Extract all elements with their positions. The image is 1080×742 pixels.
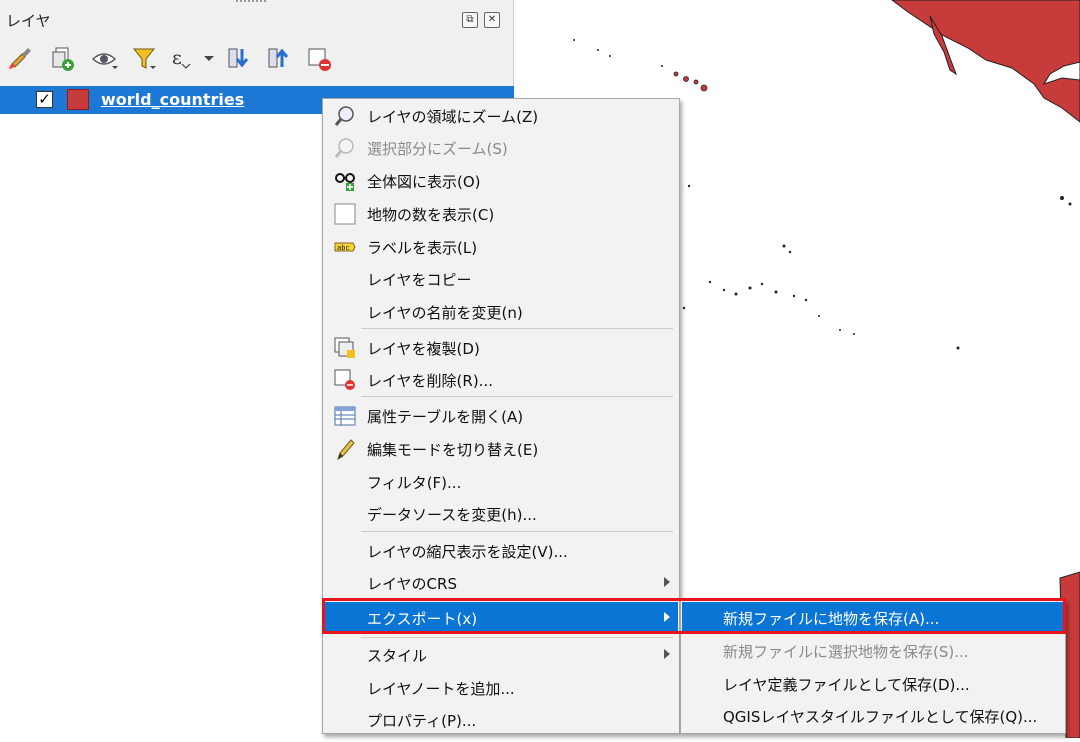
- menu-item-label: レイヤをコピー: [367, 271, 472, 289]
- collapse-all-icon[interactable]: [264, 44, 294, 74]
- submenu-save-as-qgis-style[interactable]: QGISレイヤスタイルファイルとして保存(Q)...: [682, 700, 1064, 732]
- overview-glasses-icon: [334, 170, 356, 192]
- layer-name[interactable]: world_countries: [101, 90, 244, 109]
- menu-copy-layer[interactable]: レイヤをコピー: [324, 263, 678, 295]
- menu-show-labels[interactable]: abc ラベルを表示(L): [324, 231, 678, 263]
- submenu-arrow-icon: [664, 612, 670, 622]
- menu-duplicate-layer[interactable]: レイヤを複製(D): [324, 332, 678, 364]
- panel-drag-handle[interactable]: [236, 0, 266, 5]
- layer-visibility-checkbox[interactable]: ✓: [36, 91, 53, 108]
- submenu-save-as-layer-definition[interactable]: レイヤ定義ファイルとして保存(D)...: [682, 668, 1064, 700]
- submenu-item-label: 新規ファイルに選択地物を保存(S)...: [723, 643, 969, 661]
- zoom-to-selection-icon: [334, 137, 356, 159]
- menu-toggle-editing[interactable]: 編集モードを切り替え(E): [324, 433, 678, 465]
- menu-rename-layer[interactable]: レイヤの名前を変更(n): [324, 296, 678, 328]
- menu-open-attribute-table[interactable]: 属性テーブルを開く(A): [324, 400, 678, 432]
- float-panel-button[interactable]: ⧉: [462, 12, 478, 28]
- submenu-arrow-icon: [664, 577, 670, 587]
- layer-context-menu: レイヤの領域にズーム(Z) 選択部分にズーム(S) 全体図に表示(O) 地物の数…: [322, 98, 680, 734]
- style-manager-icon[interactable]: [6, 44, 36, 74]
- menu-item-label: レイヤのCRS: [367, 575, 457, 593]
- label-abc-icon: abc: [334, 236, 356, 258]
- remove-layer-icon: [334, 369, 356, 391]
- panel-title: レイヤ: [6, 12, 51, 30]
- svg-text:ε: ε: [172, 47, 182, 69]
- menu-item-label: レイヤを複製(D): [367, 340, 480, 358]
- menu-style[interactable]: スタイル: [324, 639, 678, 671]
- duplicate-layer-icon: [334, 337, 356, 359]
- menu-item-label: 選択部分にズーム(S): [367, 140, 508, 158]
- submenu-item-label: 新規ファイルに地物を保存(A)...: [723, 610, 940, 628]
- menu-item-label: 地物の数を表示(C): [367, 206, 495, 224]
- menu-item-label: フィルタ(F)...: [367, 474, 462, 492]
- menu-item-label: ラベルを表示(L): [367, 239, 478, 257]
- svg-text:abc: abc: [337, 244, 350, 252]
- menu-item-label: スタイル: [367, 647, 428, 665]
- menu-show-feature-count[interactable]: 地物の数を表示(C): [324, 198, 678, 230]
- expand-all-icon[interactable]: [224, 44, 254, 74]
- checkbox-icon: [334, 203, 356, 225]
- submenu-save-selected-features-as[interactable]: 新規ファイルに選択地物を保存(S)...: [682, 635, 1064, 667]
- add-group-icon[interactable]: [48, 44, 78, 74]
- remove-layer-icon[interactable]: [304, 44, 334, 74]
- menu-separator: [361, 328, 673, 329]
- filter-legend-icon[interactable]: [130, 44, 160, 74]
- menu-show-in-overview[interactable]: 全体図に表示(O): [324, 165, 678, 197]
- menu-zoom-to-selection[interactable]: 選択部分にズーム(S): [324, 132, 678, 164]
- menu-set-scale-visibility[interactable]: レイヤの縮尺表示を設定(V)...: [324, 535, 678, 567]
- submenu-arrow-icon: [664, 649, 670, 659]
- menu-item-label: 編集モードを切り替え(E): [367, 441, 539, 459]
- submenu-item-label: レイヤ定義ファイルとして保存(D)...: [723, 676, 970, 694]
- menu-export[interactable]: エクスポート(x): [324, 602, 678, 634]
- menu-item-label: 属性テーブルを開く(A): [367, 408, 524, 426]
- visibility-eye-icon[interactable]: [90, 44, 120, 74]
- menu-change-data-source[interactable]: データソースを変更(h)...: [324, 498, 678, 530]
- menu-separator: [361, 637, 673, 638]
- menu-separator: [361, 531, 673, 532]
- menu-separator: [361, 396, 673, 397]
- menu-remove-layer[interactable]: レイヤを削除(R)...: [324, 364, 678, 396]
- submenu-save-features-as[interactable]: 新規ファイルに地物を保存(A)...: [682, 602, 1064, 634]
- menu-item-label: レイヤの縮尺表示を設定(V)...: [367, 543, 568, 561]
- menu-layer-crs[interactable]: レイヤのCRS: [324, 567, 678, 599]
- menu-item-label: レイヤの名前を変更(n): [367, 304, 523, 322]
- layer-symbol-swatch: [67, 89, 89, 110]
- menu-zoom-to-layer[interactable]: レイヤの領域にズーム(Z): [324, 100, 678, 132]
- zoom-to-layer-icon: [334, 105, 356, 127]
- menu-item-label: エクスポート(x): [367, 610, 478, 628]
- menu-item-label: レイヤノートを追加...: [367, 680, 515, 698]
- menu-properties[interactable]: プロパティ(P)...: [324, 704, 678, 736]
- pencil-icon: [334, 438, 356, 461]
- menu-item-label: レイヤの領域にズーム(Z): [367, 108, 539, 126]
- menu-item-label: データソースを変更(h)...: [367, 506, 537, 524]
- close-panel-button[interactable]: ✕: [484, 12, 500, 28]
- submenu-item-label: QGISレイヤスタイルファイルとして保存(Q)...: [723, 708, 1038, 726]
- menu-filter[interactable]: フィルタ(F)...: [324, 466, 678, 498]
- menu-add-layer-note[interactable]: レイヤノートを追加...: [324, 672, 678, 704]
- menu-item-label: プロパティ(P)...: [367, 712, 477, 730]
- menu-item-label: 全体図に表示(O): [367, 173, 481, 191]
- export-submenu: 新規ファイルに地物を保存(A)... 新規ファイルに選択地物を保存(S)... …: [680, 600, 1066, 734]
- attribute-table-icon: [334, 405, 356, 427]
- expression-filter-icon[interactable]: ε: [168, 44, 216, 74]
- menu-item-label: レイヤを削除(R)...: [367, 372, 493, 390]
